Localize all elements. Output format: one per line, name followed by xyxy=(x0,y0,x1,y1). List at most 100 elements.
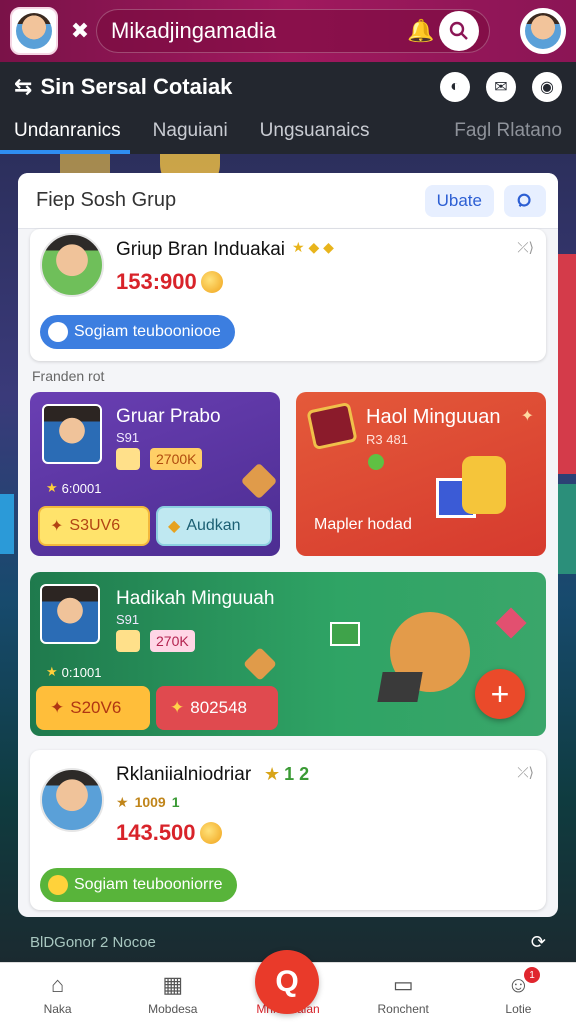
card-title: Gruar Prabo xyxy=(116,406,221,427)
section-label: Franden rot xyxy=(32,368,105,384)
search-icon xyxy=(517,193,531,207)
profile-avatar[interactable] xyxy=(10,7,58,55)
green-action-2-label: 802548 xyxy=(190,698,247,717)
tab-2[interactable]: Naguiani xyxy=(153,120,228,154)
card-footer: Mapler hodad xyxy=(314,516,412,533)
card-sub: R3 481 xyxy=(366,432,408,447)
palette-icon[interactable]: ◐ xyxy=(440,72,470,102)
star-icon: ✦ xyxy=(170,698,185,717)
header-bar: ⇆ Sin Sersal Cotaiak ◐ ✉ ◉ Undanranics N… xyxy=(0,62,576,154)
book-icon xyxy=(306,401,358,451)
nav-calendar[interactable]: ▦ Mobdesa xyxy=(115,963,230,1024)
group-card[interactable]: Rklaniialniodriar ★ 1 2 ⤫⟩ ★ 1009 1 143.… xyxy=(30,750,546,910)
nav-home[interactable]: ⌂ Naka xyxy=(0,963,115,1024)
tab-3[interactable]: Ungsuanaics xyxy=(260,120,370,154)
search-bar[interactable]: Mikadjingamadia 🔔 xyxy=(96,9,490,53)
share-icon[interactable]: ⤫⟩ xyxy=(517,239,534,256)
refresh-icon[interactable]: ⟳ xyxy=(531,932,546,953)
purple-action-2-label: Audkan xyxy=(186,517,241,534)
star-icon: ★ xyxy=(264,764,281,784)
record-icon[interactable]: ◉ xyxy=(532,72,562,102)
bow-icon xyxy=(240,462,278,500)
tab-1[interactable]: Undanranics xyxy=(14,120,121,154)
bow-icon xyxy=(243,647,277,681)
member-avatar xyxy=(40,233,104,297)
program-label: Sogiam teubooniorre xyxy=(74,876,223,893)
card-sub: S91 xyxy=(116,612,140,627)
star-icon: ★ xyxy=(46,664,58,679)
search-button[interactable] xyxy=(504,184,546,217)
nav-calendar-label: Mobdesa xyxy=(148,1002,198,1016)
badge-icon: ◆ xyxy=(168,518,181,535)
gift-icon xyxy=(436,448,506,522)
footer-label: BlDGonor 2 Nocoe xyxy=(30,933,156,951)
card-value: 270K xyxy=(150,630,195,652)
reward-card-red[interactable]: Haol Minguuan ✦ R3 481 Mapler hodad xyxy=(296,392,546,556)
panel-title: Fiep Sosh Grup xyxy=(36,189,177,211)
status-dot xyxy=(368,454,384,470)
group-name: Griup Bran Induakai xyxy=(116,239,285,260)
brand-label: Sin Sersal Cotaiak xyxy=(40,74,233,99)
star-icon: ★ xyxy=(46,480,58,495)
app-title: Mikadjingamadia xyxy=(111,18,277,43)
home-icon: ⌂ xyxy=(50,972,65,997)
group-amount: 153:900 xyxy=(116,269,197,294)
green-action-2[interactable]: ✦ 802548 xyxy=(156,686,278,730)
card-sub: S91 xyxy=(116,430,140,445)
chat-icon[interactable]: Q xyxy=(255,950,319,1014)
program-button[interactable]: Sogiam teubooniooe xyxy=(40,315,235,349)
star-icon: ✦ xyxy=(50,698,65,717)
add-button[interactable]: + xyxy=(475,669,525,719)
member-avatar xyxy=(42,404,102,464)
card-stat: 0:1001 xyxy=(61,664,102,680)
coin-icon xyxy=(48,875,68,895)
search-icon xyxy=(449,21,468,40)
member-avatar xyxy=(40,768,104,832)
nav-profile[interactable]: ☺ Lotie 1 xyxy=(461,963,576,1024)
program-button[interactable]: Sogiam teubooniorre xyxy=(40,868,237,902)
group-rating: 1009 xyxy=(134,794,166,810)
card-title: Haol Minguuan xyxy=(366,406,501,428)
swap-icon: ⇆ xyxy=(14,74,33,99)
message-icon[interactable]: ✉ xyxy=(486,72,516,102)
update-button[interactable]: Ubate xyxy=(424,184,494,217)
clock-icon xyxy=(48,322,68,342)
tab-bar: Undanranics Naguiani Ungsuanaics Fagl Rl… xyxy=(0,112,576,154)
group-card[interactable]: Griup Bran Induakai ★ ◆ ◆ ⤫⟩ 153:900 Sog… xyxy=(30,229,546,361)
card-title: Hadikah Minguuah xyxy=(116,588,275,609)
nav-monitor[interactable]: ▭ Ronchent xyxy=(346,963,461,1024)
bell-icon[interactable]: 🔔 xyxy=(407,18,434,44)
monitor-icon: ▭ xyxy=(392,972,414,997)
group-stars: 1 2 xyxy=(284,764,310,784)
search-button[interactable] xyxy=(439,11,479,51)
coin-icon xyxy=(200,271,223,293)
purple-action-1[interactable]: ✦ S3UV6 xyxy=(38,506,150,546)
group-rating-2: 1 xyxy=(171,794,180,810)
member-avatar xyxy=(40,584,100,644)
nav-monitor-label: Ronchent xyxy=(377,1002,429,1016)
card-value: 2700K xyxy=(150,448,203,470)
user-avatar[interactable] xyxy=(520,8,566,54)
nav-profile-label: Lotie xyxy=(505,1002,532,1016)
reward-card-green[interactable]: Hadikah Minguuah S91 270K ★ 0:1001 ✦ S20… xyxy=(30,572,546,736)
card-stat: 6:0001 xyxy=(61,480,102,496)
purple-action-1-label: S3UV6 xyxy=(69,517,121,534)
notification-badge: 1 xyxy=(524,967,541,983)
program-label: Sogiam teubooniooe xyxy=(74,323,221,340)
share-icon[interactable]: ⤫⟩ xyxy=(517,764,534,781)
tab-4[interactable]: Fagl Rlatano xyxy=(454,120,562,154)
top-bar: ✖ Mikadjingamadia 🔔 xyxy=(0,0,576,62)
active-tab-indicator xyxy=(0,150,130,154)
reward-card-purple[interactable]: Gruar Prabo S91 2700K ★ 6:0001 ✦ S3UV6 ◆… xyxy=(30,392,280,556)
group-amount: 143.500 xyxy=(116,820,196,845)
star-icon: ★ xyxy=(116,794,129,810)
gift-icon xyxy=(116,448,140,470)
gift-icon xyxy=(116,630,140,652)
calendar-icon: ▦ xyxy=(162,972,184,997)
close-icon[interactable]: ✖ xyxy=(70,18,90,44)
purple-action-2[interactable]: ◆ Audkan xyxy=(156,506,272,546)
nav-home-label: Naka xyxy=(43,1002,72,1016)
group-panel: Fiep Sosh Grup Ubate Griup Bran Induakai… xyxy=(18,173,558,917)
green-action-1[interactable]: ✦ S20V6 xyxy=(36,686,150,730)
star-icon: ✦ xyxy=(50,518,64,535)
